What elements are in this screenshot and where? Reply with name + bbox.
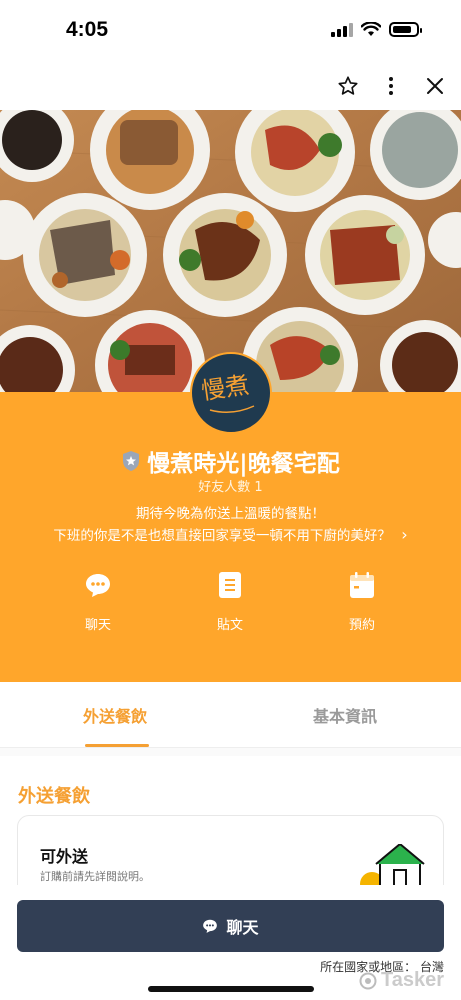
more-options-button[interactable] <box>375 70 407 102</box>
star-icon <box>338 76 358 95</box>
action-chat[interactable]: 聊天 <box>58 570 138 633</box>
account-name-row: 慢煮時光|晚餐宅配 <box>0 444 461 478</box>
description-line-2[interactable]: 下班的你是不是也想直接回家享受一頓不用下廚的美好？ › <box>0 524 461 544</box>
action-posts[interactable]: 貼文 <box>190 570 270 633</box>
cover-photo <box>0 110 461 392</box>
active-tab-indicator <box>85 744 149 747</box>
delivery-card-subtitle: 訂購前請先詳閱說明。 <box>40 870 150 883</box>
top-toolbar <box>0 62 461 110</box>
watermark-text: Tasker <box>380 969 444 991</box>
more-vertical-icon <box>389 77 393 95</box>
calendar-icon <box>350 572 374 598</box>
status-time: 4:05 <box>66 18 109 41</box>
svg-text:慢煮: 慢煮 <box>200 371 251 405</box>
delivery-card-title: 可外送 <box>40 847 89 866</box>
verified-shield-icon <box>123 451 140 471</box>
action-posts-label: 貼文 <box>216 618 243 633</box>
description-expand-chevron[interactable]: › <box>401 525 407 544</box>
food-plates-image <box>0 110 461 392</box>
description-line-1: 期待今晚為你送上溫暖的餐點！ <box>136 506 325 522</box>
watermark-logo-icon <box>359 972 377 989</box>
section-divider <box>0 748 461 756</box>
tab-basic-info[interactable]: 基本資訊 <box>230 682 460 748</box>
brand-logo-icon: 慢煮 <box>200 371 255 413</box>
chat-button-label: 聊天 <box>226 918 259 937</box>
watermark: Tasker <box>359 969 444 992</box>
wifi-icon <box>361 22 381 36</box>
tab-bar: 外送餐飲 基本資訊 <box>0 682 461 748</box>
account-name: 慢煮時光|晚餐宅配 <box>147 451 340 477</box>
battery-icon <box>389 22 422 37</box>
description-text: 下班的你是不是也想直接回家享受一頓不用下廚的美好？ <box>53 528 391 544</box>
bottom-bar: 聊天 所在國家或地區： 台灣 Tasker <box>0 885 461 1000</box>
post-document-icon <box>219 572 241 598</box>
chat-bubble-icon <box>86 574 110 597</box>
profile-header: 慢煮時光|晚餐宅配 好友人數 1 期待今晚為你送上溫暖的餐點！ 下班的你是不是也… <box>0 392 461 682</box>
section-title: 外送餐飲 <box>18 786 90 807</box>
close-icon <box>427 78 443 94</box>
chat-button[interactable]: 聊天 <box>17 900 444 952</box>
chat-bubble-icon <box>203 919 218 933</box>
status-bar: 4:05 <box>0 0 461 62</box>
cellular-signal-icon <box>331 22 353 37</box>
home-indicator[interactable] <box>148 986 314 992</box>
close-button[interactable] <box>419 70 451 102</box>
status-icons <box>331 22 422 37</box>
action-chat-label: 聊天 <box>84 618 111 633</box>
action-reserve-label: 預約 <box>348 618 375 633</box>
action-reserve[interactable]: 預約 <box>322 570 402 633</box>
friend-count: 好友人數 1 <box>198 480 263 495</box>
favorite-star-button[interactable] <box>332 70 364 102</box>
account-avatar[interactable]: 慢煮 <box>190 352 272 434</box>
tab-delivery[interactable]: 外送餐飲 <box>0 682 230 748</box>
